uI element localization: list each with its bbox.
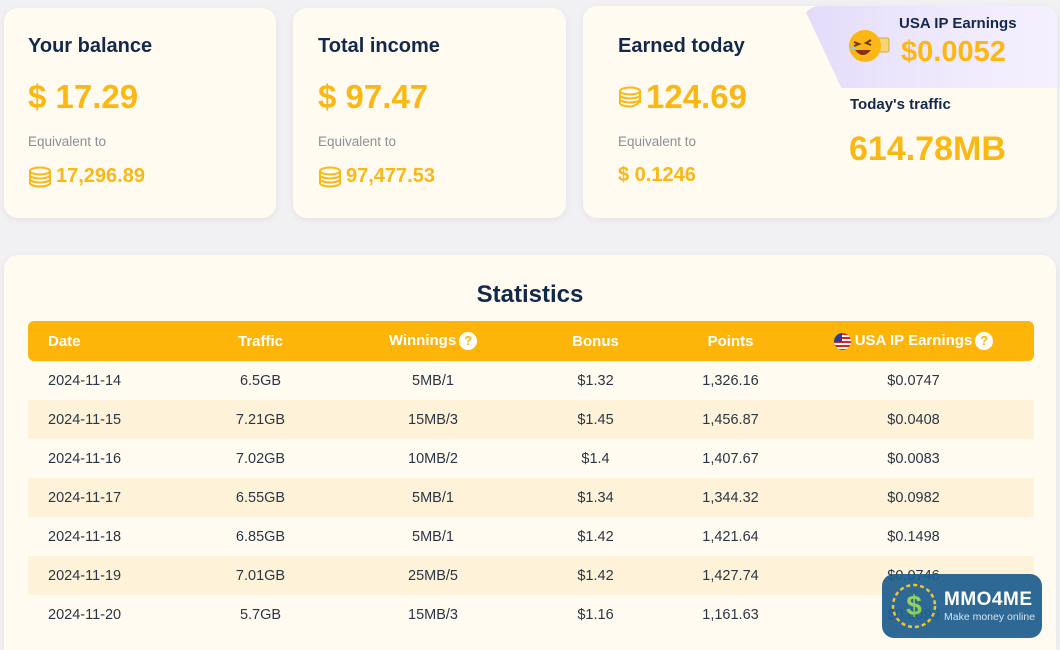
mmo4me-watermark: $ MMO4ME Make money online [882,574,1042,638]
statistics-title: Statistics [476,281,584,308]
income-equiv-value: 97,477.53 [346,165,435,187]
col-usa-ip: USA IP Earnings? [793,321,1034,361]
cell-traffic: 7.02GB [235,450,286,467]
income-equiv-label: Equivalent to [318,134,397,149]
cell-points: 1,326.16 [702,372,759,389]
balance-equiv: 17,296.89 [28,165,145,188]
cell-traffic: 6.55GB [235,489,286,506]
earned-title: Earned today [618,35,745,57]
table-row: 2024-11-16 7.02GB 10MB/2 $1.4 1,407.67 $0.008… [28,439,1034,478]
cell-date: 2024-11-19 [48,567,122,584]
col-usa-ip-label: USA IP Earnings [854,331,973,349]
watermark-name: MMO4ME [944,589,1033,610]
cell-date: 2024-11-17 [48,489,122,506]
watermark-text: MMO4ME Make money online [944,589,1035,623]
cell-bonus: $1.45 [577,411,614,428]
balance-equiv-value: 17,296.89 [56,165,145,187]
cell-bonus: $1.32 [577,372,614,389]
cell-points: 1,456.87 [702,411,759,428]
cell-traffic: 6.85GB [235,528,286,545]
cell-usa-ip: $0.0747 [887,372,940,389]
coin-stack-icon [28,166,52,188]
cell-winnings: 10MB/2 [408,450,458,467]
earned-value-row: 124.69 [618,78,747,116]
table-row: 2024-11-14 6.5GB 5MB/1 $1.32 1,326.16 $0.0747 [28,361,1034,400]
cell-usa-ip: $0.0408 [887,411,940,428]
cell-usa-ip: $0.1498 [887,528,940,545]
col-bonus: Bonus [572,332,619,350]
dollar-logo-icon: $ [891,583,937,629]
cell-points: 1,161.63 [702,606,759,623]
table-header-row: Date Traffic Winnings? Bonus Points USA … [28,321,1034,361]
income-card: Total income $ 97.47 Equivalent to 97,47… [293,8,566,218]
question-circle-icon[interactable]: ? [975,332,994,351]
income-title: Total income [318,35,440,57]
cell-bonus: $1.4 [581,450,610,467]
cell-winnings: 15MB/3 [408,411,458,428]
col-points: Points [707,332,754,350]
cell-date: 2024-11-15 [48,411,122,428]
svg-text:$: $ [906,590,922,621]
cell-winnings: 25MB/5 [408,567,458,584]
us-flag-icon [833,332,851,350]
cell-date: 2024-11-14 [48,372,122,389]
earned-equiv-label: Equivalent to [618,134,697,149]
cell-points: 1,427.74 [702,567,759,584]
col-winnings: Winnings? [343,321,523,361]
cell-winnings: 5MB/1 [412,489,454,506]
cell-date: 2024-11-20 [48,606,122,623]
cell-traffic: 7.21GB [235,411,286,428]
balance-value: $ 17.29 [28,78,139,115]
balance-card: Your balance $ 17.29 Equivalent to 17,29… [4,8,276,218]
cell-points: 1,407.67 [702,450,759,467]
income-value: $ 97.47 [318,78,429,115]
income-equiv: 97,477.53 [318,165,435,188]
col-traffic: Traffic [237,332,283,350]
cell-bonus: $1.34 [577,489,614,506]
cell-usa-ip: $0.0982 [887,489,940,506]
traffic-value: 614.78MB [849,130,1006,168]
earned-card: USA IP Earnings $0.0052 Earned today 124… [583,6,1057,218]
earned-equiv-value: $ 0.1246 [618,164,696,186]
cell-winnings: 5MB/1 [412,372,454,389]
cell-traffic: 7.01GB [235,567,286,584]
coin-stack-icon [618,86,642,108]
cell-usa-ip: $0.0083 [887,450,940,467]
table-row: 2024-11-17 6.55GB 5MB/1 $1.34 1,344.32 $0.098… [28,478,1034,517]
laughing-money-emoji-icon [845,26,893,66]
cell-winnings: 5MB/1 [412,528,454,545]
cell-winnings: 15MB/3 [408,606,458,623]
usa-ip-value: $0.0052 [901,36,1006,68]
cell-points: 1,344.32 [702,489,759,506]
usa-ip-title: USA IP Earnings [899,15,1017,32]
earned-value: 124.69 [646,78,747,115]
question-circle-icon[interactable]: ? [459,332,478,351]
cell-bonus: $1.16 [577,606,614,623]
balance-equiv-label: Equivalent to [28,134,107,149]
coin-stack-icon [318,166,342,188]
balance-title: Your balance [28,35,153,57]
traffic-label: Today's traffic [850,96,951,113]
cell-date: 2024-11-18 [48,528,122,545]
cell-bonus: $1.42 [577,528,614,545]
col-date: Date [48,332,81,350]
cell-traffic: 6.5GB [239,372,282,389]
cell-points: 1,421.64 [702,528,759,545]
watermark-tagline: Make money online [944,611,1036,623]
cell-date: 2024-11-16 [48,450,122,467]
table-row: 2024-11-18 6.85GB 5MB/1 $1.42 1,421.64 $0.149… [28,517,1034,556]
cell-bonus: $1.42 [577,567,614,584]
col-winnings-label: Winnings [388,331,457,349]
table-row: 2024-11-15 7.21GB 15MB/3 $1.45 1,456.87 $0.04… [28,400,1034,439]
cell-traffic: 5.7GB [239,606,282,623]
